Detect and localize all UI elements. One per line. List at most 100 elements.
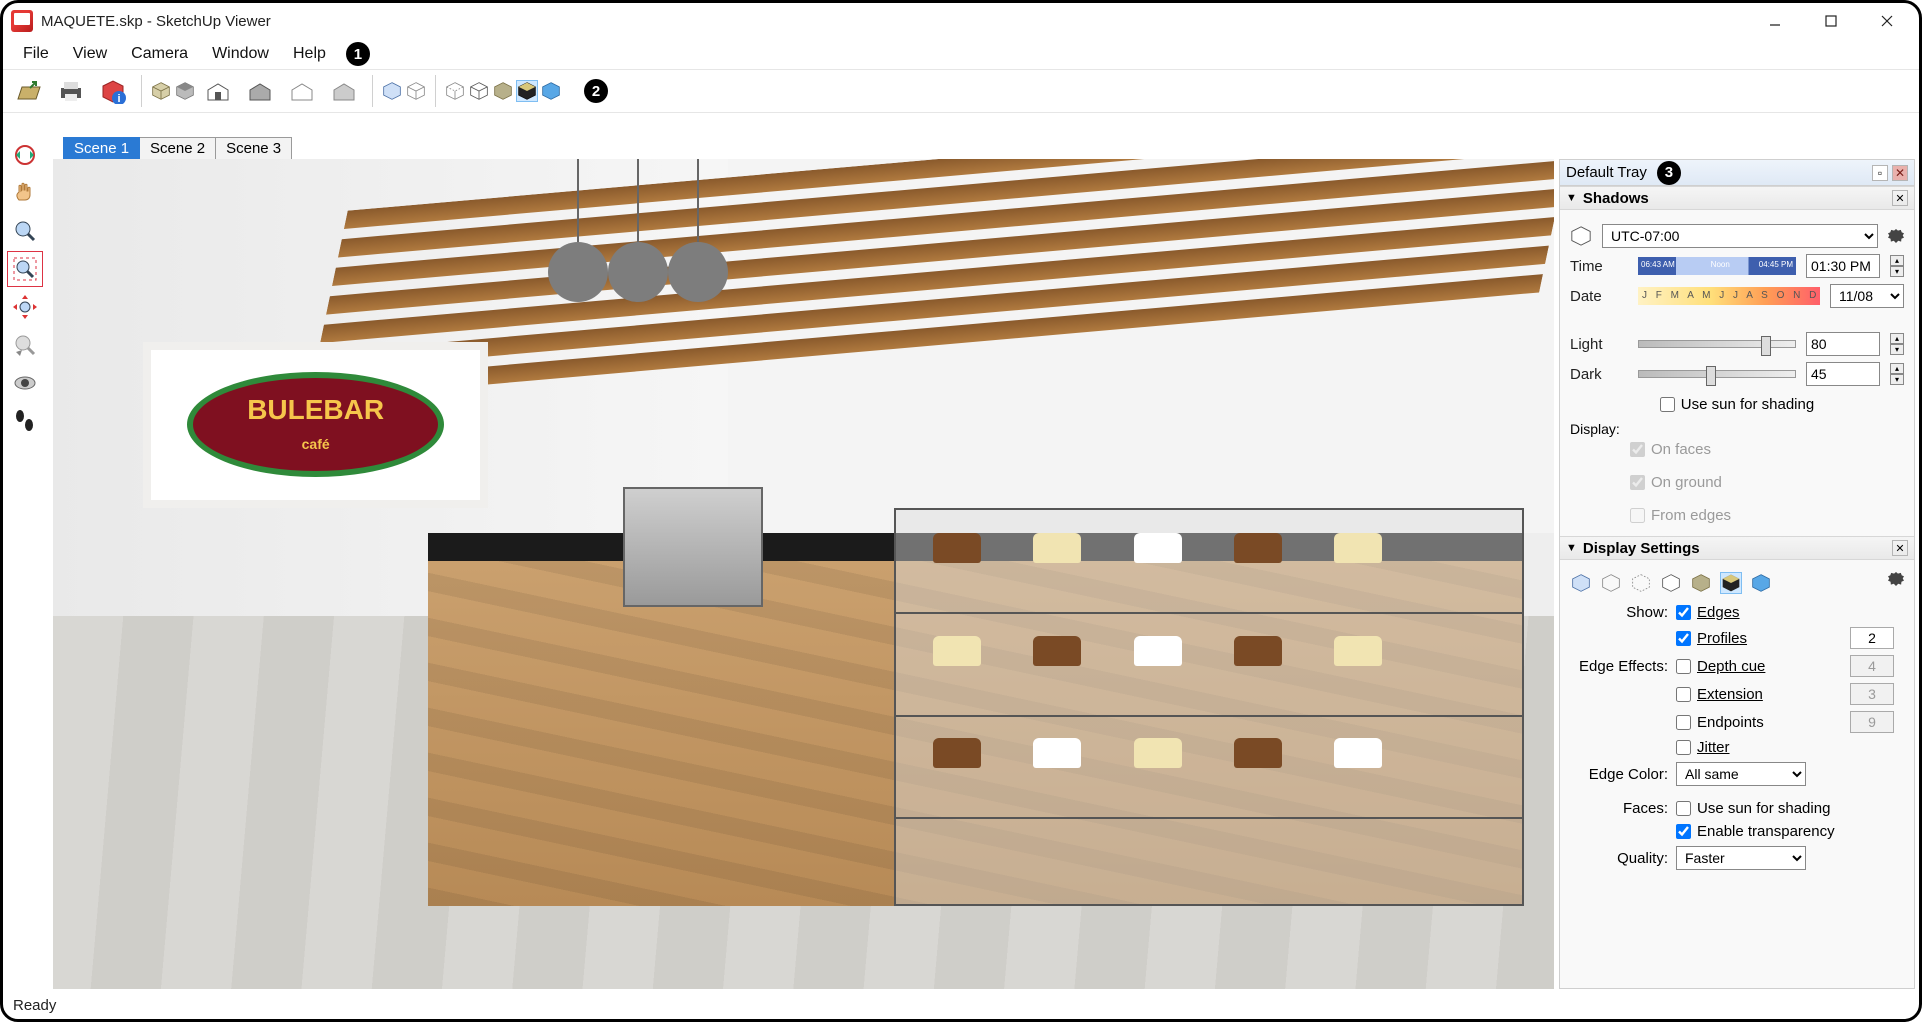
light-input[interactable] xyxy=(1806,332,1880,356)
ds-shaded[interactable] xyxy=(1690,572,1712,594)
display-panel-header[interactable]: ▼ Display Settings ✕ xyxy=(1560,536,1914,560)
print-button[interactable] xyxy=(51,72,91,110)
date-select[interactable]: 11/08 xyxy=(1830,284,1904,308)
left-view-button[interactable] xyxy=(324,72,364,110)
endpoints-check[interactable]: Endpoints xyxy=(1676,714,1842,731)
left-toolbar xyxy=(7,137,47,439)
caret-down-icon: ▼ xyxy=(1566,192,1577,204)
tray-header[interactable]: Default Tray 3 ▫ ✕ xyxy=(1560,160,1914,186)
dark-input[interactable] xyxy=(1806,362,1880,386)
style-monochrome-button[interactable] xyxy=(540,80,562,102)
use-sun-check[interactable]: Use sun for shading xyxy=(1660,396,1814,413)
ds-textured[interactable] xyxy=(1720,572,1742,594)
main-toolbar: i 2 xyxy=(3,69,1919,113)
caret-down-icon: ▼ xyxy=(1566,542,1577,554)
look-around-tool[interactable] xyxy=(7,365,43,401)
zoom-extents-tool[interactable] xyxy=(7,289,43,325)
app-icon xyxy=(11,10,33,32)
callout-3: 3 xyxy=(1657,161,1681,185)
callout-1: 1 xyxy=(346,42,370,66)
close-button[interactable] xyxy=(1859,3,1915,39)
from-edges-check: From edges xyxy=(1630,507,1904,524)
style-xray-button[interactable] xyxy=(381,80,403,102)
menu-file[interactable]: File xyxy=(13,42,59,66)
orbit-tool[interactable] xyxy=(7,137,43,173)
back-view-button[interactable] xyxy=(282,72,322,110)
svg-text:i: i xyxy=(117,93,120,104)
default-tray: Default Tray 3 ▫ ✕ ▼ Shadows ✕ UTC-07:00… xyxy=(1559,159,1915,989)
status-text: Ready xyxy=(13,997,56,1014)
style-shaded-button[interactable] xyxy=(492,80,514,102)
extension-check[interactable]: Extension xyxy=(1676,686,1842,703)
menubar: File View Camera Window Help 1 xyxy=(3,39,1919,69)
time-input[interactable] xyxy=(1806,254,1880,278)
maximize-button[interactable] xyxy=(1803,3,1859,39)
menu-help[interactable]: Help xyxy=(283,42,336,66)
edges-check[interactable]: Edges xyxy=(1676,604,1842,621)
status-bar: Ready xyxy=(7,993,1915,1017)
callout-2: 2 xyxy=(584,79,608,103)
quality-select[interactable]: Faster xyxy=(1676,846,1806,870)
ds-wire[interactable] xyxy=(1600,572,1622,594)
zoom-tool[interactable] xyxy=(7,213,43,249)
menu-view[interactable]: View xyxy=(63,42,117,66)
front-view-button[interactable] xyxy=(198,72,238,110)
ds-mono[interactable] xyxy=(1750,572,1772,594)
shadows-close-icon[interactable]: ✕ xyxy=(1892,190,1908,206)
previous-tool[interactable] xyxy=(7,327,43,363)
menu-camera[interactable]: Camera xyxy=(121,42,198,66)
edge-color-select[interactable]: All same xyxy=(1676,762,1806,786)
endpoints-input xyxy=(1850,711,1894,733)
ds-hiddenline[interactable] xyxy=(1660,572,1682,594)
style-hidden-button[interactable] xyxy=(444,80,466,102)
scene-tabs: Scene 1 Scene 2 Scene 3 xyxy=(63,137,292,160)
light-slider[interactable] xyxy=(1638,340,1796,348)
on-ground-check: On ground xyxy=(1630,474,1904,491)
transparency-check[interactable]: Enable transparency xyxy=(1676,823,1842,840)
time-down[interactable]: ▾ xyxy=(1890,266,1904,277)
scene-tab-3[interactable]: Scene 3 xyxy=(216,137,292,160)
model-viewport[interactable]: BULEBARcafé xyxy=(53,159,1554,989)
extension-input xyxy=(1850,683,1894,705)
style-hiddenline-button[interactable] xyxy=(468,80,490,102)
dark-slider[interactable] xyxy=(1638,370,1796,378)
window-frame: MAQUETE.skp - SketchUp Viewer File View … xyxy=(0,0,1922,1022)
walk-tool[interactable] xyxy=(7,403,43,439)
cafe-logo: BULEBARcafé xyxy=(143,342,488,508)
zoom-window-tool[interactable] xyxy=(7,251,43,287)
profiles-check[interactable]: Profiles xyxy=(1676,630,1842,647)
shadows-panel-header[interactable]: ▼ Shadows ✕ xyxy=(1560,186,1914,210)
iso-view-button[interactable] xyxy=(150,80,172,102)
ds-xray[interactable] xyxy=(1570,572,1592,594)
window-title: MAQUETE.skp - SketchUp Viewer xyxy=(41,13,271,30)
shadow-toggle-icon[interactable] xyxy=(1570,225,1592,247)
gear-icon[interactable] xyxy=(1888,572,1904,586)
model-info-button[interactable]: i xyxy=(93,72,133,110)
style-wireframe-button[interactable] xyxy=(405,80,427,102)
on-faces-check: On faces xyxy=(1630,441,1904,458)
date-slider[interactable]: J F M A M J J A S O N D xyxy=(1638,287,1820,305)
scene-tab-1[interactable]: Scene 1 xyxy=(63,137,140,160)
top-view-button[interactable] xyxy=(174,80,196,102)
timezone-select[interactable]: UTC-07:00 xyxy=(1602,224,1878,248)
tray-pin-icon[interactable]: ▫ xyxy=(1872,165,1888,181)
time-up[interactable]: ▴ xyxy=(1890,255,1904,266)
faces-usesun-check[interactable]: Use sun for shading xyxy=(1676,800,1842,817)
minimize-button[interactable] xyxy=(1747,3,1803,39)
time-slider[interactable]: 06:43 AM Noon 04:45 PM xyxy=(1638,257,1796,275)
style-textured-button[interactable] xyxy=(516,80,538,102)
profiles-input[interactable] xyxy=(1850,627,1894,649)
open-button[interactable] xyxy=(9,72,49,110)
pan-tool[interactable] xyxy=(7,175,43,211)
jitter-check[interactable]: Jitter xyxy=(1676,739,1842,756)
tray-title-label: Default Tray xyxy=(1566,164,1647,181)
depthcue-input xyxy=(1850,655,1894,677)
menu-window[interactable]: Window xyxy=(202,42,279,66)
right-view-button[interactable] xyxy=(240,72,280,110)
depthcue-check[interactable]: Depth cue xyxy=(1676,658,1842,675)
tray-close-icon[interactable]: ✕ xyxy=(1892,165,1908,181)
ds-hidden[interactable] xyxy=(1630,572,1652,594)
gear-icon[interactable] xyxy=(1888,229,1904,243)
display-close-icon[interactable]: ✕ xyxy=(1892,540,1908,556)
scene-tab-2[interactable]: Scene 2 xyxy=(140,137,216,160)
